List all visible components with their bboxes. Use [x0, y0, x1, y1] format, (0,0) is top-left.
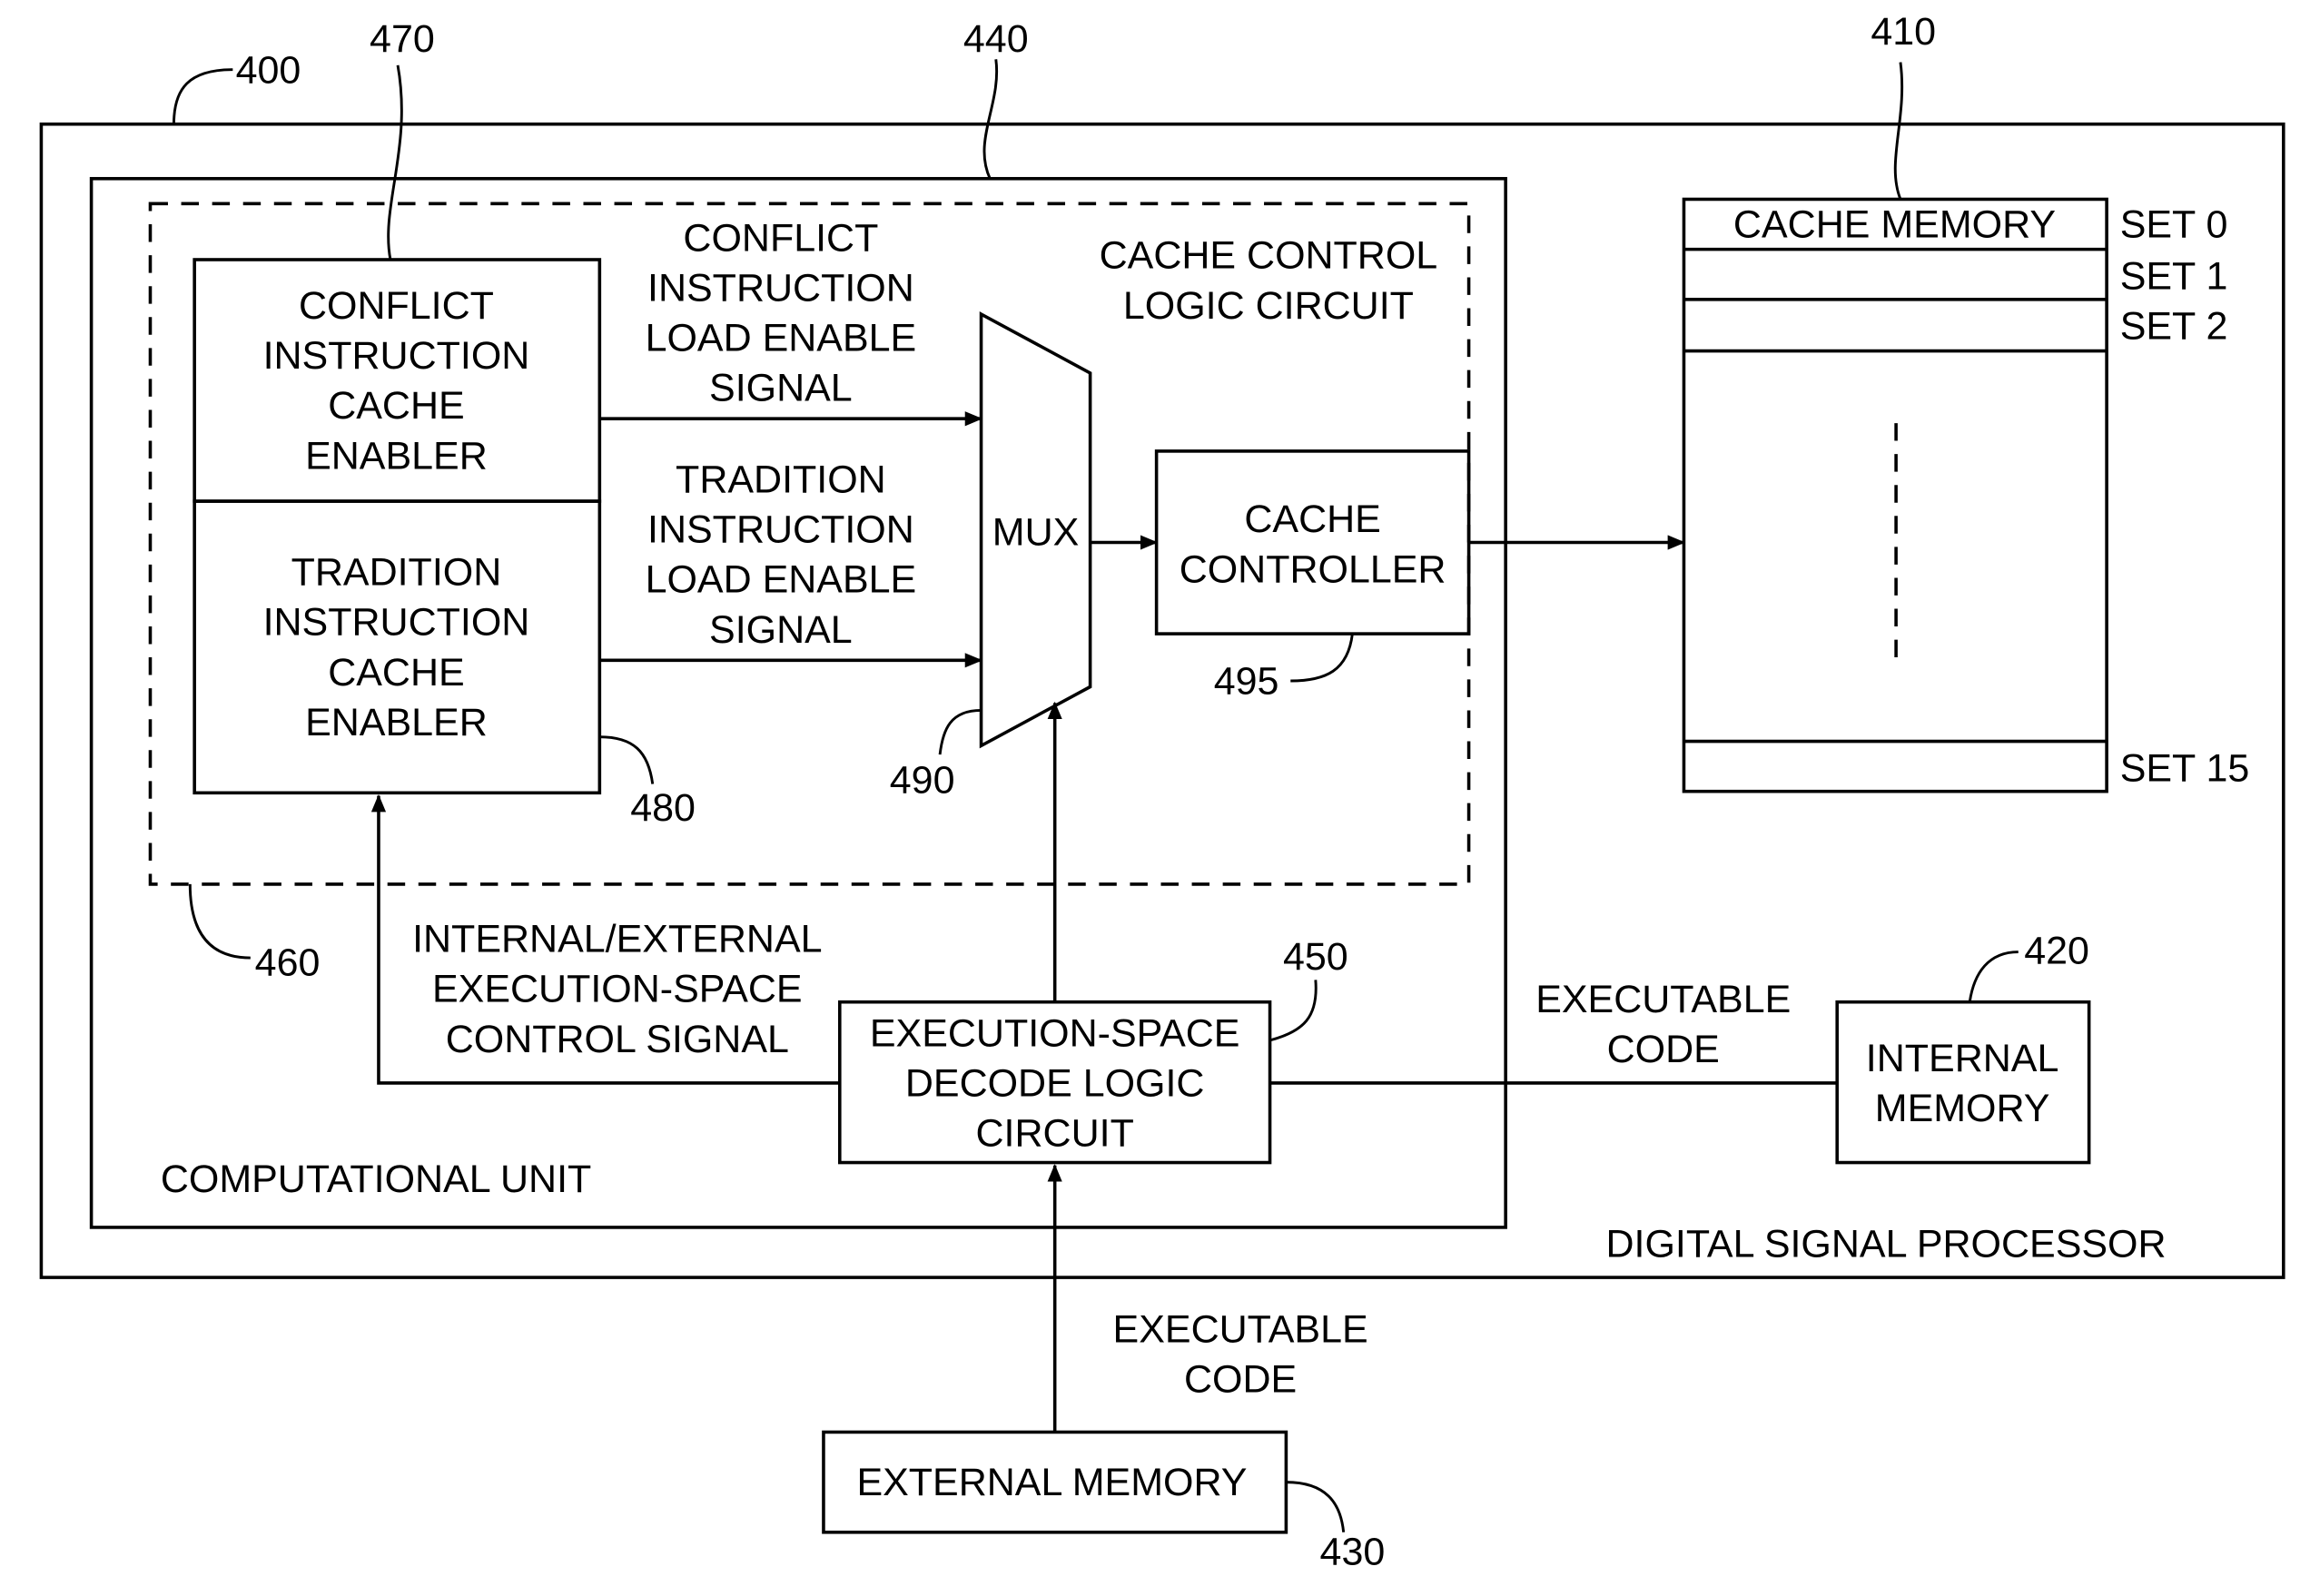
set-1-label: SET 1: [2120, 254, 2228, 298]
cache-controller-line2: CONTROLLER: [1180, 547, 1446, 591]
ref-490: 490: [890, 758, 955, 802]
ref-460: 460: [255, 941, 321, 985]
external-code-line2: CODE: [1184, 1358, 1297, 1402]
conflict-signal-line4: SIGNAL: [709, 367, 853, 410]
cache-controller: CACHE CONTROLLER 495: [1154, 449, 1471, 704]
conflict-enabler-line1: CONFLICT: [299, 284, 494, 328]
control-signal-line2: EXECUTION-SPACE: [432, 968, 803, 1011]
tradition-enabler-line3: CACHE: [328, 651, 464, 695]
mux-label: MUX: [992, 511, 1080, 555]
ref-420: 420: [2024, 930, 2089, 973]
internal-memory-line1: INTERNAL: [1866, 1037, 2059, 1080]
decode-line3: CIRCUIT: [976, 1112, 1134, 1156]
ref-470: 470: [370, 17, 435, 61]
ref-480: 480: [630, 786, 696, 830]
tradition-enabler-line1: TRADITION: [291, 551, 502, 595]
ref-440: 440: [963, 17, 1029, 61]
internal-code-line1: EXECUTABLE: [1535, 978, 1791, 1021]
conflict-signal-line1: CONFLICT: [683, 216, 878, 260]
set-0-label: SET 0: [2120, 203, 2228, 247]
set-15-label: SET 15: [2120, 746, 2250, 790]
internal-code-line2: CODE: [1607, 1028, 1720, 1071]
external-memory-label: EXTERNAL MEMORY: [856, 1461, 1247, 1504]
conflict-signal-line3: LOAD ENABLE: [646, 317, 917, 360]
conflict-enabler-line3: CACHE: [328, 384, 464, 428]
cache-control-label-line2: LOGIC CIRCUIT: [1123, 284, 1414, 328]
decode-line1: EXECUTION-SPACE: [870, 1011, 1240, 1055]
conflict-enabler-line4: ENABLER: [305, 434, 488, 478]
tradition-signal-line1: TRADITION: [676, 458, 886, 501]
conflict-enabler-line2: INSTRUCTION: [263, 334, 530, 378]
tradition-signal-line2: INSTRUCTION: [647, 508, 914, 552]
ref-400: 400: [236, 48, 301, 92]
cache-memory: CACHE MEMORY SET 0 SET 1 SET 2 SET 15 41…: [1682, 10, 2250, 793]
execution-space-decode-logic-circuit: EXECUTION-SPACE DECODE LOGIC CIRCUIT 450: [838, 935, 1348, 1165]
ref-450: 450: [1283, 935, 1348, 979]
external-memory: EXTERNAL MEMORY 430: [822, 1430, 1386, 1573]
control-signal-label: INTERNAL/EXTERNAL EXECUTION-SPACE CONTRO…: [412, 918, 822, 1061]
tradition-enabler-line4: ENABLER: [305, 701, 488, 744]
conflict-load-enable-signal: CONFLICT INSTRUCTION LOAD ENABLE SIGNAL: [599, 216, 983, 427]
computational-unit-label: COMPUTATIONAL UNIT: [161, 1158, 591, 1201]
tradition-load-enable-signal: TRADITION INSTRUCTION LOAD ENABLE SIGNAL: [599, 458, 983, 668]
tradition-instruction-cache-enabler: TRADITION INSTRUCTION CACHE ENABLER 480: [192, 499, 696, 830]
conflict-signal-line2: INSTRUCTION: [647, 266, 914, 310]
tradition-enabler-line2: INSTRUCTION: [263, 601, 530, 645]
dsp-label: DIGITAL SIGNAL PROCESSOR: [1605, 1222, 2166, 1266]
tradition-signal-line3: LOAD ENABLE: [646, 558, 917, 602]
block-diagram: DIGITAL SIGNAL PROCESSOR 400 COMPUTATION…: [39, 10, 2285, 1573]
external-code-line1: EXECUTABLE: [1113, 1307, 1368, 1351]
decode-line2: DECODE LOGIC: [905, 1062, 1205, 1106]
cache-controller-line1: CACHE: [1244, 498, 1380, 541]
internal-memory-line2: MEMORY: [1875, 1087, 2050, 1130]
control-signal-line1: INTERNAL/EXTERNAL: [412, 918, 822, 961]
cache-memory-title: CACHE MEMORY: [1733, 203, 2056, 247]
set-2-label: SET 2: [2120, 305, 2228, 349]
ref-430: 430: [1320, 1530, 1386, 1573]
tradition-signal-line4: SIGNAL: [709, 608, 853, 652]
cache-control-label-line1: CACHE CONTROL: [1100, 234, 1438, 278]
mux: MUX 490: [890, 311, 1092, 802]
ref-410: 410: [1871, 10, 1936, 54]
internal-memory: INTERNAL MEMORY 420: [1835, 930, 2091, 1165]
ref-495: 495: [1214, 660, 1279, 704]
control-signal-line3: CONTROL SIGNAL: [446, 1018, 789, 1061]
